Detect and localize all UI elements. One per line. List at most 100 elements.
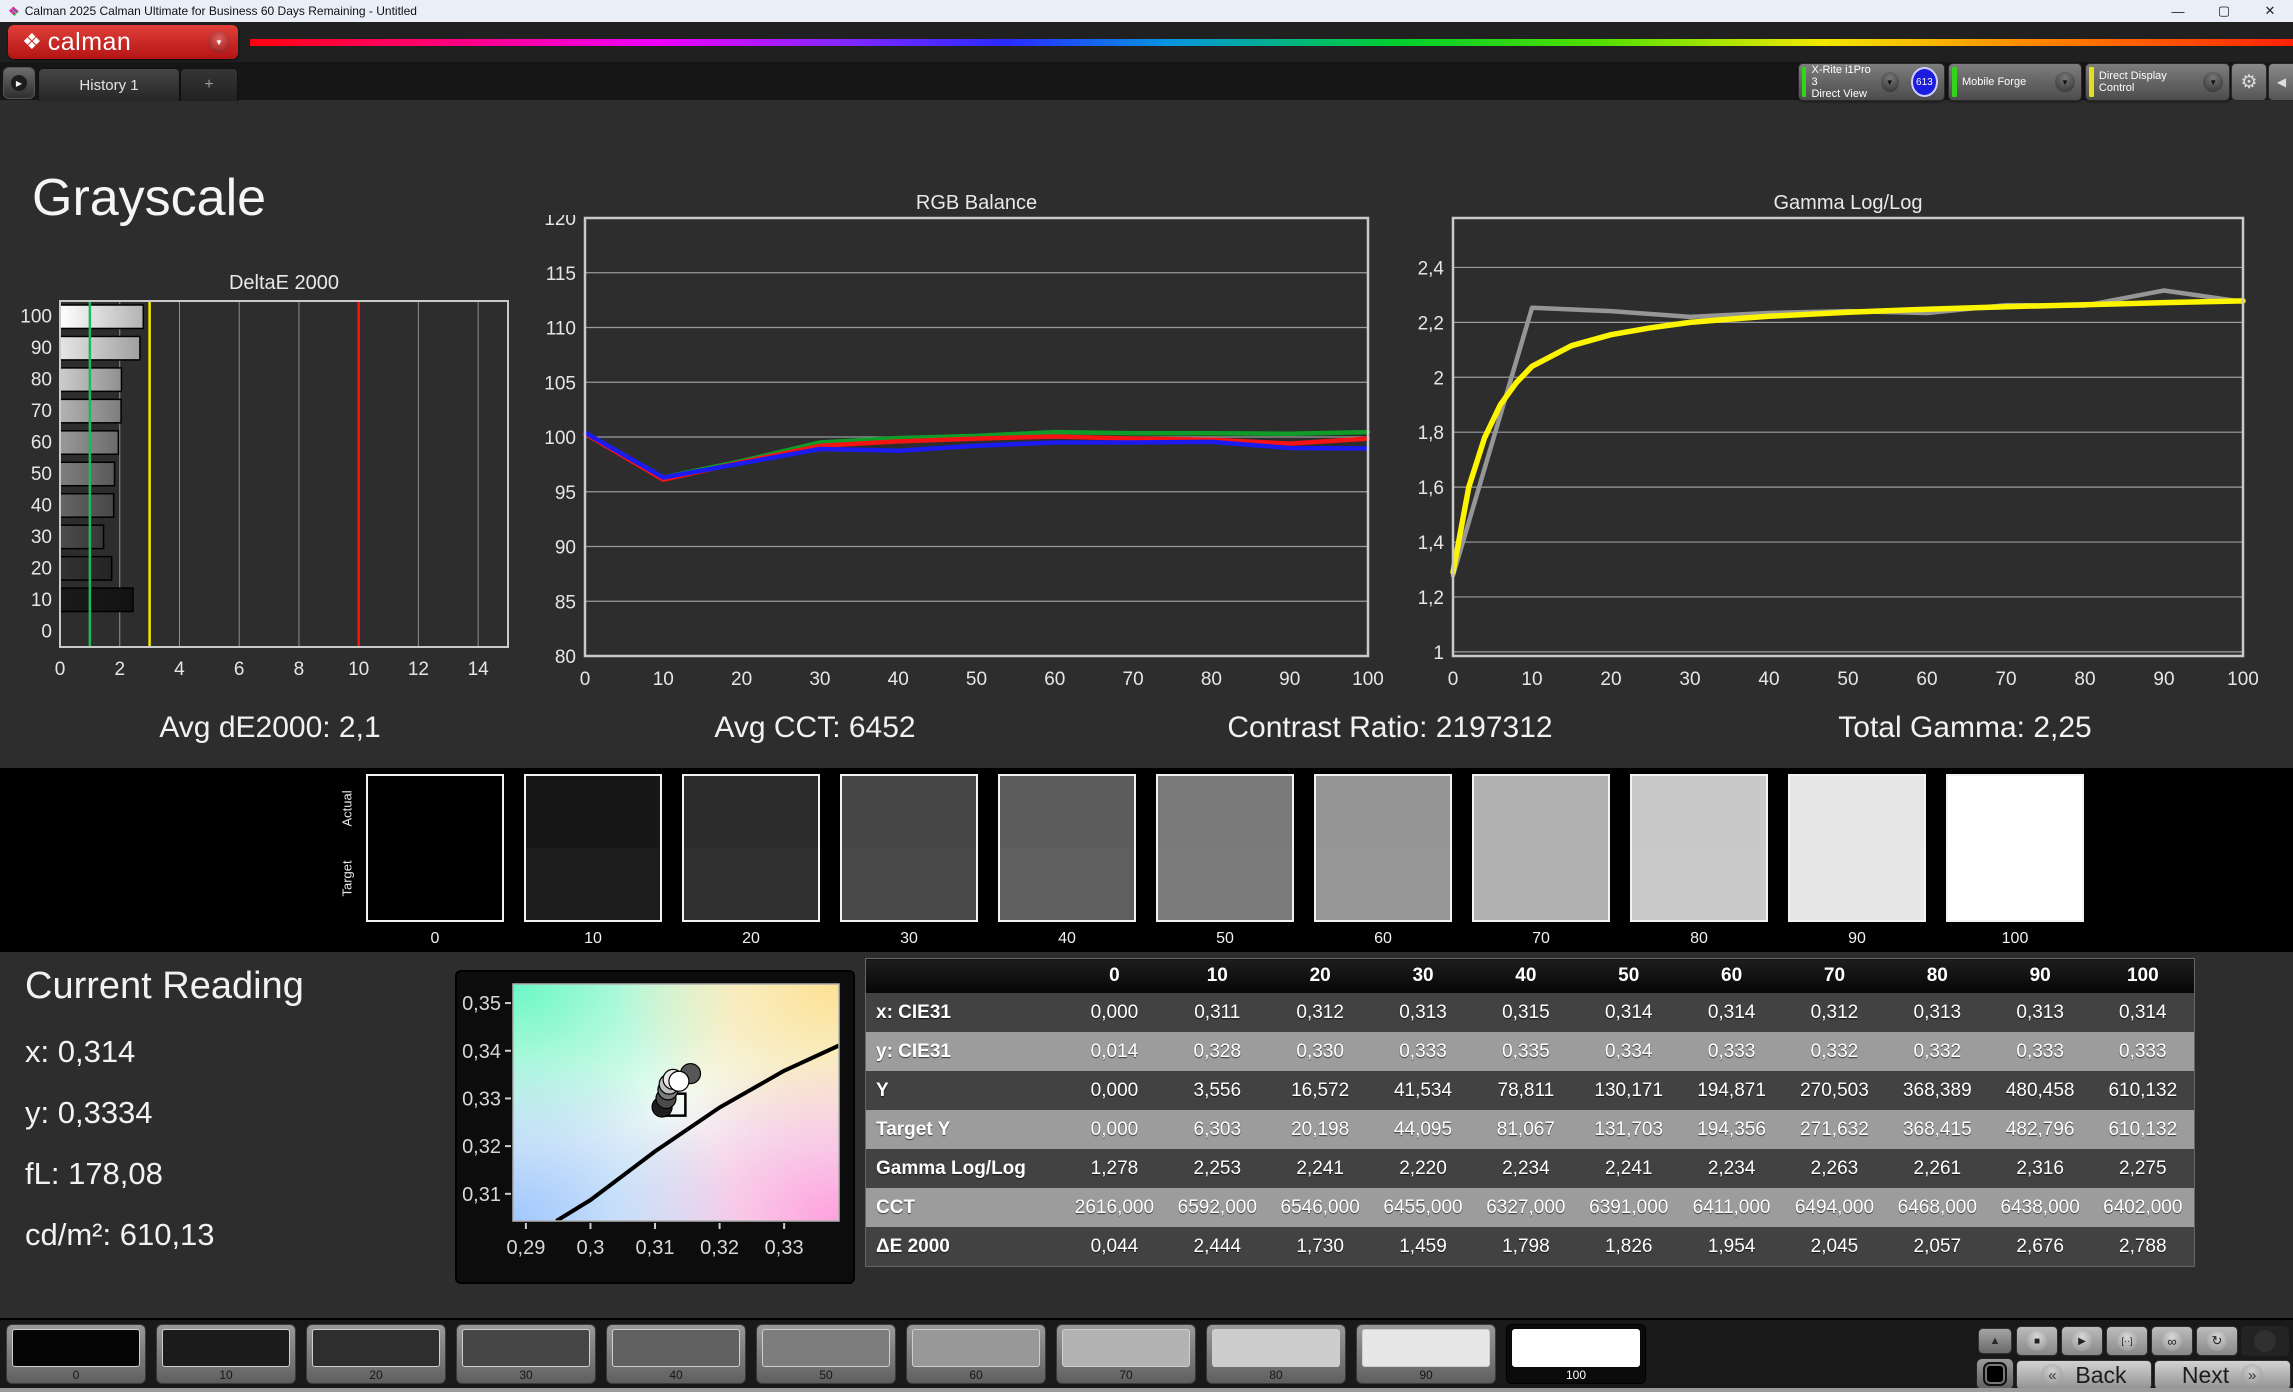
target-patch <box>684 848 818 920</box>
read-continuous-button[interactable]: ∞ <box>2151 1326 2193 1356</box>
svg-text:60: 60 <box>1916 669 1937 690</box>
taskbar-patch-40[interactable]: 40 <box>606 1324 746 1384</box>
reading-x: x: 0,314 <box>25 1034 136 1069</box>
patch-swatch <box>312 1329 440 1367</box>
title-bar: ❖ Calman 2025 Calman Ultimate for Busine… <box>0 0 2293 22</box>
swatch-level-label: 20 <box>742 930 760 947</box>
chevron-double-left-icon: « <box>2041 1364 2064 1386</box>
collapse-panel-button[interactable]: ◀ <box>2268 63 2293 101</box>
taskbar-patch-10[interactable]: 10 <box>156 1324 296 1384</box>
svg-text:0,34: 0,34 <box>462 1041 501 1063</box>
reading-cdm2: cd/m²: 610,13 <box>25 1217 215 1252</box>
taskbar-patch-80[interactable]: 80 <box>1206 1324 1346 1384</box>
swatch-level-label: 10 <box>584 930 602 947</box>
stat-total-gamma: Total Gamma: 2,25 <box>1838 711 2092 744</box>
svg-text:90: 90 <box>2153 669 2174 690</box>
measurement-table: 0 10 20 30 40 50 60 70 80 90 100 x: CIE31 0,000 0,311… <box>865 958 2195 1267</box>
table-cell: 0,044 <box>1063 1227 1166 1267</box>
table-cell: 0,000 <box>1063 993 1166 1032</box>
taskbar-patch-20[interactable]: 20 <box>306 1324 446 1384</box>
rgb-balance-chart-plot: 80 85 90 95 100 105 110 115 120 0 10 20 30 40 50 60 70 80… <box>544 215 1383 690</box>
next-button[interactable]: Next » <box>2154 1360 2291 1390</box>
settings-button[interactable]: ⚙ <box>2231 63 2267 101</box>
history-nav-button[interactable]: ▶ <box>3 67 35 99</box>
table-cell: 41,534 <box>1371 1071 1475 1110</box>
meter-name: X-Rite i1Pro 3 <box>1811 64 1871 88</box>
table-cell: 0,313 <box>1885 993 1989 1032</box>
table-cell: 0,332 <box>1885 1032 1989 1071</box>
chevron-down-icon[interactable]: ▼ <box>208 31 230 53</box>
svg-text:60: 60 <box>31 433 52 454</box>
display-control-dropdown[interactable]: Direct Display Control ▼ <box>2085 63 2230 101</box>
table-cell: 270,503 <box>1783 1071 1886 1110</box>
measurement-transport-controls: ■ ▶ [··] ∞ ↻ <box>2016 1326 2289 1356</box>
stop-button[interactable]: ■ <box>2016 1326 2058 1356</box>
actual-patch <box>1316 776 1450 848</box>
maximize-button[interactable]: ▢ <box>2201 0 2247 22</box>
svg-text:90: 90 <box>555 538 576 559</box>
tab-history-1[interactable]: History 1 <box>38 68 180 101</box>
table-cell: 131,703 <box>1577 1110 1681 1149</box>
taskbar-patch-70[interactable]: 70 <box>1056 1324 1196 1384</box>
deltae-chart-plot: 0 2 4 6 8 10 12 141009080706050403020100 <box>20 300 509 680</box>
actual-patch <box>842 776 976 848</box>
taskbar-patch-30[interactable]: 30 <box>456 1324 596 1384</box>
meter-dropdown[interactable]: X-Rite i1Pro 3 Direct View ▼ 613 <box>1798 63 1945 101</box>
add-tab-button[interactable]: + <box>180 68 238 101</box>
table-cell: 271,632 <box>1783 1110 1886 1149</box>
table-column-header: 70 <box>1783 958 1886 993</box>
meter-count-badge[interactable]: 613 <box>1910 67 1938 97</box>
target-patch <box>1948 848 2082 920</box>
actual-patch <box>1158 776 1292 848</box>
workflow-dropdown[interactable]: Mobile Forge ▼ <box>1948 63 2082 101</box>
taskbar-patch-0[interactable]: 0 <box>6 1324 146 1384</box>
table-corner <box>865 958 1063 993</box>
svg-text:4: 4 <box>174 659 185 680</box>
table-cell: 0,335 <box>1474 1032 1578 1071</box>
patch-label: 100 <box>1565 1368 1587 1382</box>
table-cell: 0,328 <box>1165 1032 1269 1071</box>
table-cell: 2,263 <box>1783 1149 1886 1188</box>
table-cell: 194,871 <box>1680 1071 1784 1110</box>
stat-contrast-ratio: Contrast Ratio: 2197312 <box>1227 711 1553 744</box>
taskbar-patch-50[interactable]: 50 <box>756 1324 896 1384</box>
table-cell: 2,220 <box>1371 1149 1475 1188</box>
swatch-level-label: 60 <box>1374 930 1392 947</box>
gamma-chart-title: Gamma Log/Log <box>1773 192 1923 214</box>
patch-label: 0 <box>72 1368 80 1382</box>
table-cell: 0,333 <box>1988 1032 2092 1071</box>
patch-label: 10 <box>219 1368 233 1382</box>
window-title: Calman 2025 Calman Ultimate for Business… <box>24 4 417 18</box>
taskbar-patch-60[interactable]: 60 <box>906 1324 1046 1384</box>
minimize-button[interactable]: — <box>2155 0 2201 22</box>
grayscale-swatch-30: 30 <box>840 774 978 948</box>
patch-swatch <box>612 1329 740 1367</box>
svg-text:0,35: 0,35 <box>462 993 501 1015</box>
read-series-button[interactable]: [··] <box>2106 1326 2148 1356</box>
table-cell: 0,334 <box>1577 1032 1681 1071</box>
table-cell: 2,275 <box>2091 1149 2195 1188</box>
table-cell: 130,171 <box>1577 1071 1681 1110</box>
patch-label: 40 <box>669 1368 683 1382</box>
gear-icon: ⚙ <box>2240 71 2258 93</box>
back-button[interactable]: « Back <box>2016 1360 2152 1390</box>
svg-text:14: 14 <box>468 659 490 680</box>
table-column-header: 20 <box>1268 958 1372 993</box>
refresh-button[interactable]: ↻ <box>2196 1326 2238 1356</box>
patch-window-up-button[interactable]: ▲ <box>1978 1328 2012 1354</box>
table-cell: 6327,000 <box>1474 1188 1578 1227</box>
play-button[interactable]: ▶ <box>2061 1326 2103 1356</box>
patch-label: 60 <box>969 1368 983 1382</box>
grayscale-swatch-80: 80 <box>1630 774 1768 948</box>
target-patch <box>1790 848 1924 920</box>
close-button[interactable]: ✕ <box>2247 0 2293 22</box>
current-reading-panel: Current Reading x: 0,314 y: 0,3334 fL: 1… <box>25 965 304 1278</box>
taskbar-patch-100[interactable]: 100 <box>1506 1324 1646 1384</box>
chevron-left-icon: ◀ <box>2276 75 2287 89</box>
taskbar-patch-90[interactable]: 90 <box>1356 1324 1496 1384</box>
calman-menu-button[interactable]: ❖ calman ▼ <box>8 25 238 59</box>
calman-logo-icon: ❖ <box>22 29 42 54</box>
svg-text:70: 70 <box>31 401 52 422</box>
svg-text:80: 80 <box>555 647 576 668</box>
patch-window-button[interactable] <box>1976 1358 2014 1390</box>
